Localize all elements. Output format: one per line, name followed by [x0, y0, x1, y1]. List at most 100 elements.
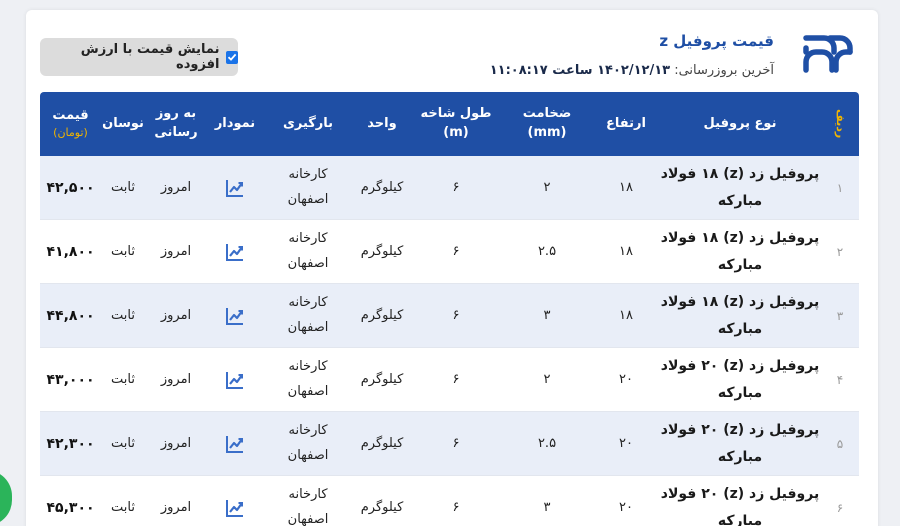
- row-loading: کارخانه اصفهان: [263, 220, 353, 284]
- row-fluct: ثابت: [111, 435, 135, 451]
- col-updated: به روز رسانی: [145, 92, 207, 156]
- table-row: ۶ پروفیل زد (z) ۲۰ فولاد مبارکه ۲۰ ۳ ۶ ک…: [40, 476, 859, 526]
- checkmark-icon: [227, 53, 237, 61]
- table-row: ۱ پروفیل زد (z) ۱۸ فولاد مبارکه ۱۸ ۲ ۶ ک…: [40, 156, 859, 220]
- support-chat-button[interactable]: [0, 470, 12, 526]
- col-thickness-label: ضخامت: [522, 106, 572, 122]
- row-fluct: ثابت: [111, 179, 135, 195]
- row-index: ۶: [836, 500, 844, 515]
- row-loading: کارخانه اصفهان: [263, 156, 353, 220]
- row-length: ۶: [452, 307, 460, 323]
- table-row: ۳ پروفیل زد (z) ۱۸ فولاد مبارکه ۱۸ ۳ ۶ ک…: [40, 284, 859, 348]
- row-name-line1: پروفیل زد (z) ۱۸ فولاد: [660, 166, 820, 183]
- row-loading: کارخانه اصفهان: [263, 412, 353, 476]
- row-updated: امروز: [160, 243, 192, 259]
- col-updated-line2: رسانی: [154, 125, 198, 140]
- col-price-unit: (تومان): [53, 126, 88, 140]
- col-loading: بارگیری: [282, 115, 334, 131]
- col-chart: نمودار: [214, 115, 256, 131]
- row-unit: کیلوگرم: [360, 371, 404, 387]
- col-price: قیمت (تومان): [40, 92, 101, 156]
- col-length-unit: (m): [443, 125, 469, 140]
- row-index: ۱: [836, 180, 844, 195]
- last-update-value: ۱۴۰۲/۱۲/۱۳ ساعت ۱۱:۰۸:۱۷: [489, 63, 671, 78]
- row-height: ۲۰: [619, 499, 633, 515]
- row-fluct: ثابت: [111, 371, 135, 387]
- row-loading-line2: اصفهان: [287, 256, 329, 271]
- row-loading-line2: اصفهان: [287, 512, 329, 526]
- row-index: ۴: [836, 372, 844, 387]
- row-name: پروفیل زد (z) ۲۰ فولاد مبارکه: [659, 348, 821, 412]
- row-name-line1: پروفیل زد (z) ۱۸ فولاد: [660, 294, 820, 311]
- row-chart-button[interactable]: [207, 156, 263, 220]
- chart-line-icon[interactable]: [225, 306, 245, 326]
- row-loading-line1: کارخانه: [288, 231, 328, 247]
- chart-line-icon[interactable]: [225, 178, 245, 198]
- row-loading-line1: کارخانه: [288, 423, 328, 439]
- row-unit: کیلوگرم: [360, 435, 404, 451]
- row-unit: کیلوگرم: [360, 243, 404, 259]
- row-price: ۴۴,۸۰۰: [46, 307, 95, 324]
- row-name-line2: مبارکه: [717, 257, 763, 273]
- col-updated-line1: به روز: [155, 106, 197, 122]
- row-height: ۱۸: [619, 179, 633, 195]
- row-height: ۲۰: [619, 371, 633, 387]
- row-index: ۳: [836, 308, 844, 323]
- row-name-line2: مبارکه: [717, 321, 763, 337]
- col-thickness: ضخامت (mm): [501, 92, 593, 156]
- row-chart-button[interactable]: [207, 348, 263, 412]
- row-chart-button[interactable]: [207, 220, 263, 284]
- row-chart-button[interactable]: [207, 284, 263, 348]
- last-update: آخرین بروزرسانی: ۱۴۰۲/۱۲/۱۳ ساعت ۱۱:۰۸:۱…: [490, 63, 774, 78]
- chart-line-icon[interactable]: [225, 434, 245, 454]
- last-update-label: آخرین بروزرسانی:: [674, 63, 774, 78]
- row-chart-button[interactable]: [207, 412, 263, 476]
- row-name-line2: مبارکه: [717, 385, 763, 401]
- row-name-line2: مبارکه: [717, 513, 763, 526]
- col-thickness-unit: (mm): [527, 125, 567, 140]
- vat-checkbox[interactable]: [225, 50, 238, 64]
- page-title: قیمت پروفیل z: [659, 32, 774, 50]
- row-chart-button[interactable]: [207, 476, 263, 526]
- row-loading-line1: کارخانه: [288, 167, 328, 183]
- row-height: ۱۸: [619, 243, 633, 259]
- row-thickness: ۲.۵: [537, 243, 557, 259]
- col-fluct: نوسان: [102, 115, 144, 131]
- row-name-line1: پروفیل زد (z) ۲۰ فولاد: [660, 486, 820, 503]
- row-height: ۱۸: [619, 307, 633, 323]
- row-thickness: ۲: [543, 371, 551, 387]
- row-fluct: ثابت: [111, 499, 135, 515]
- row-loading-line1: کارخانه: [288, 295, 328, 311]
- row-unit: کیلوگرم: [360, 499, 404, 515]
- row-name-line1: پروفیل زد (z) ۲۰ فولاد: [660, 422, 820, 439]
- row-loading-line1: کارخانه: [288, 487, 328, 503]
- price-table: ردیف نوع پروفیل ارتفاع ضخامت (mm) طول شا…: [40, 92, 859, 526]
- row-loading-line2: اصفهان: [287, 448, 329, 463]
- row-loading-line2: اصفهان: [287, 320, 329, 335]
- row-updated: امروز: [160, 371, 192, 387]
- row-price: ۴۲,۵۰۰: [46, 179, 95, 196]
- row-length: ۶: [452, 243, 460, 259]
- table-row: ۴ پروفیل زد (z) ۲۰ فولاد مبارکه ۲۰ ۲ ۶ ک…: [40, 348, 859, 412]
- row-loading: کارخانه اصفهان: [263, 348, 353, 412]
- row-thickness: ۲: [543, 179, 551, 195]
- row-name: پروفیل زد (z) ۱۸ فولاد مبارکه: [659, 156, 821, 220]
- chart-line-icon[interactable]: [225, 242, 245, 262]
- row-loading: کارخانه اصفهان: [263, 284, 353, 348]
- table-body: ۱ پروفیل زد (z) ۱۸ فولاد مبارکه ۱۸ ۲ ۶ ک…: [40, 156, 859, 526]
- table-row: ۲ پروفیل زد (z) ۱۸ فولاد مبارکه ۱۸ ۲.۵ ۶…: [40, 220, 859, 284]
- chart-line-icon[interactable]: [225, 370, 245, 390]
- row-loading-line2: اصفهان: [287, 384, 329, 399]
- vat-toggle[interactable]: نمایش قیمت با ارزش افزوده: [40, 38, 238, 76]
- row-loading-line1: کارخانه: [288, 359, 328, 375]
- col-length-label: طول شاخه: [420, 106, 492, 122]
- row-index: ۲: [836, 244, 844, 259]
- row-updated: امروز: [160, 307, 192, 323]
- col-height: ارتفاع: [606, 115, 646, 131]
- row-loading: کارخانه اصفهان: [263, 476, 353, 526]
- row-index: ۵: [836, 436, 844, 451]
- row-length: ۶: [452, 499, 460, 515]
- chart-line-icon[interactable]: [225, 498, 245, 518]
- col-length: طول شاخه (m): [411, 92, 501, 156]
- row-unit: کیلوگرم: [360, 179, 404, 195]
